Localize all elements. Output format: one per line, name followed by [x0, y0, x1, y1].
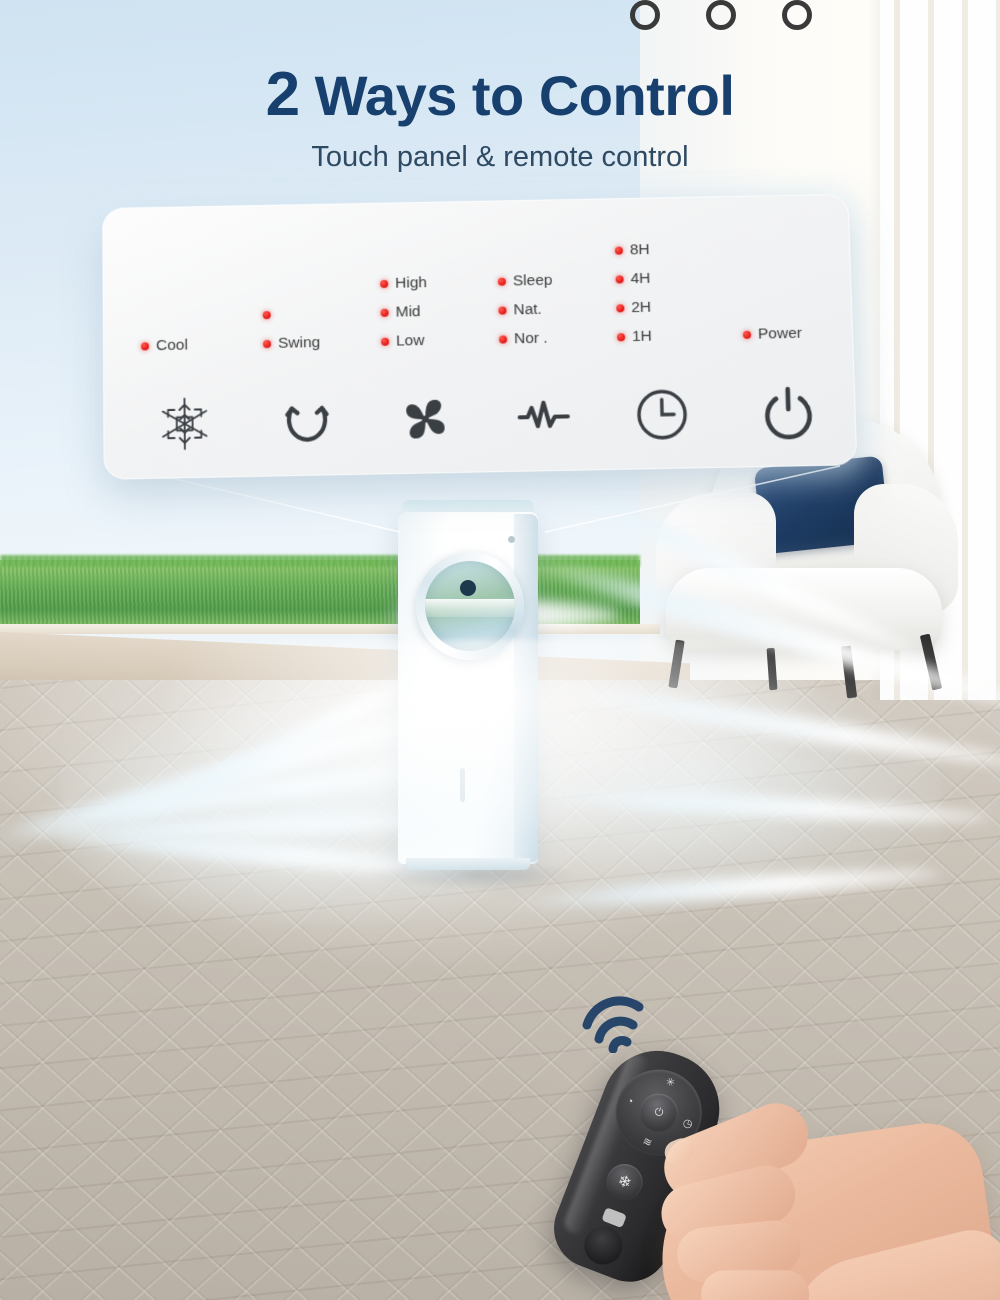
power-icon[interactable]	[744, 375, 832, 449]
led-label: Power	[757, 324, 803, 343]
chair-leg	[919, 633, 943, 691]
remote-grip-dimple	[578, 1221, 628, 1271]
led-indicator: 4H	[615, 262, 735, 293]
wave-mode-icon[interactable]	[500, 380, 588, 454]
led-dot	[140, 341, 150, 350]
led-dot	[497, 277, 506, 286]
led-label: Cool	[155, 336, 188, 354]
power-icon: ⏻	[652, 1105, 666, 1120]
clock-timer-icon[interactable]	[618, 378, 706, 452]
panel-column-cool[interactable]: Cool	[140, 205, 262, 479]
led-dot	[498, 306, 507, 315]
led-label: Low	[395, 331, 425, 350]
fan-blade-icon[interactable]	[382, 382, 469, 456]
led-dot	[616, 332, 626, 341]
led-indicator: 8H	[614, 234, 735, 265]
palm	[775, 1222, 1000, 1300]
timer-left-button[interactable]: ◔	[621, 1093, 639, 1111]
headline-block: 2 Ways to Control Touch panel & remote c…	[0, 62, 1000, 174]
led-label: Nat.	[513, 300, 543, 318]
fan-outlet-ring	[416, 552, 524, 660]
window-sill-top	[0, 624, 660, 634]
led-label: 8H	[629, 240, 650, 258]
panel-column-swing[interactable]: Swing	[261, 203, 385, 477]
led-indicator: Nor .	[498, 322, 620, 353]
led-group-power: Power	[742, 318, 864, 349]
led-indicator: Swing	[263, 327, 383, 358]
unit-handle	[460, 768, 465, 802]
led-group-timer: 8H 4H 2H 1H	[614, 234, 738, 352]
led-label: 2H	[631, 298, 652, 316]
led-dot	[742, 330, 752, 339]
portable-air-cooler	[396, 500, 544, 872]
led-label: High	[394, 273, 428, 292]
unit-side-face	[514, 514, 538, 862]
led-dot	[498, 334, 508, 344]
touch-control-panel[interactable]: Cool Swing High Mid Low Sleep Nat. Nor .…	[92, 185, 868, 491]
led-indicator	[262, 298, 383, 329]
snowflake-icon[interactable]	[141, 387, 228, 461]
panel-columns: Cool Swing High Mid Low Sleep Nat. Nor .…	[102, 194, 857, 480]
product-scene: 2 Ways to Control Touch panel & remote c…	[0, 0, 1000, 1300]
chair-leg	[668, 639, 685, 689]
page-subtitle: Touch panel & remote control	[311, 141, 689, 174]
led-label: Nor .	[513, 329, 548, 347]
led-dot	[263, 339, 272, 348]
led-indicator: Sleep	[497, 265, 618, 296]
chair-leg	[766, 647, 778, 691]
led-label: 4H	[630, 269, 651, 287]
panel-column-power[interactable]: Power	[739, 194, 867, 468]
led-dot	[615, 274, 624, 284]
timer-right-button[interactable]: ◷	[679, 1115, 697, 1133]
fan-down-button[interactable]: ≋	[638, 1133, 656, 1151]
led-indicator: Low	[381, 325, 502, 356]
grass-lawn	[0, 560, 640, 626]
extra-button[interactable]	[601, 1207, 627, 1229]
remote-control-group[interactable]: ⏻ ✳ ◔ ◷ ≋ ❄	[530, 1030, 1000, 1300]
led-indicator: 2H	[616, 291, 737, 322]
curtain-rings	[630, 0, 870, 34]
led-dot	[262, 310, 271, 319]
chair-seat	[666, 568, 942, 650]
led-label: 1H	[631, 327, 653, 345]
panel-column-timer[interactable]: 8H 4H 2H 1H	[614, 196, 741, 470]
led-indicator: Power	[742, 318, 864, 349]
finger	[701, 1270, 810, 1300]
led-dot	[614, 246, 624, 255]
led-dot	[380, 308, 389, 317]
unit-base	[406, 858, 530, 870]
led-label: Sleep	[512, 271, 553, 289]
led-group-cool: Cool	[140, 329, 261, 360]
led-group-fan-speed: High Mid Low	[380, 267, 501, 356]
led-indicator: Nat.	[498, 293, 618, 324]
led-indicator: 1H	[616, 320, 738, 351]
swing-rotate-icon[interactable]	[264, 384, 351, 458]
mode-up-button[interactable]: ✳	[661, 1074, 679, 1092]
title-text: Ways to Control	[314, 64, 735, 127]
panel-column-mode[interactable]: Sleep Nat. Nor .	[496, 198, 622, 472]
led-label: Swing	[277, 333, 321, 352]
led-group-swing: Swing	[262, 298, 384, 358]
led-indicator: High	[380, 267, 500, 298]
hand-holding-remote	[647, 1093, 1000, 1300]
led-indicator: Cool	[140, 329, 261, 360]
power-center-button[interactable]: ⏻	[634, 1088, 684, 1138]
fan-hub	[460, 580, 476, 596]
led-group-mode: Sleep Nat. Nor .	[497, 265, 620, 354]
page-title: 2 Ways to Control	[0, 62, 1000, 127]
panel-column-fan-speed[interactable]: High Mid Low	[379, 200, 504, 474]
led-dot	[381, 337, 390, 346]
led-label: Mid	[395, 302, 421, 321]
led-dot	[380, 279, 389, 288]
fan-outlet-inner	[425, 561, 515, 651]
led-indicator: Mid	[380, 296, 500, 327]
title-number: 2	[265, 60, 300, 129]
led-dot	[616, 303, 625, 312]
